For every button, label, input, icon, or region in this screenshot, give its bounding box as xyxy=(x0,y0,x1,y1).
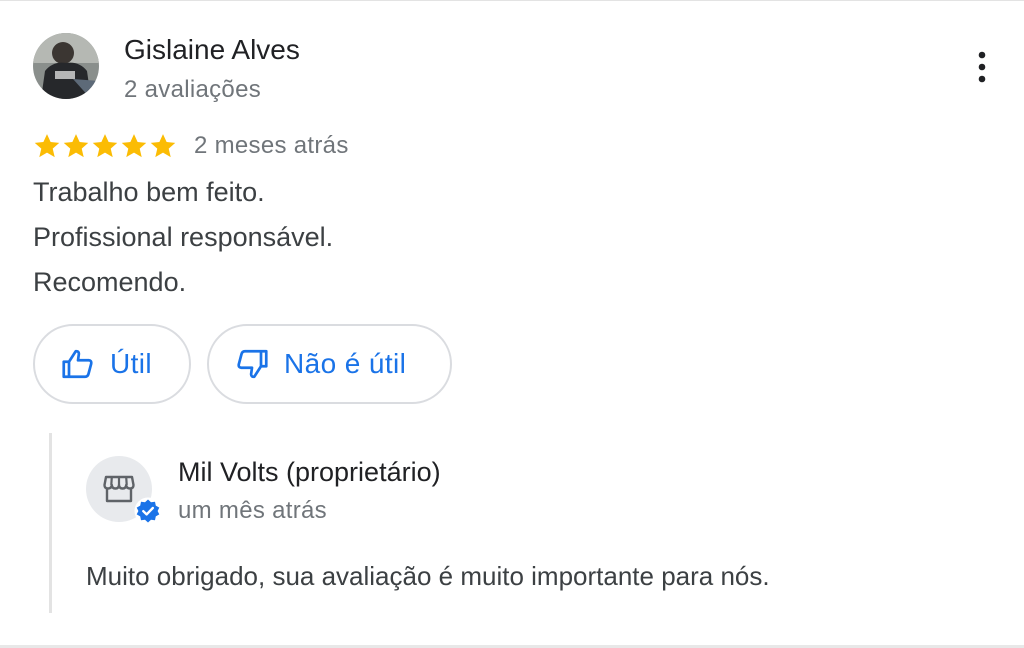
star-icon xyxy=(92,134,118,158)
owner-reply-text: Muito obrigado, sua avaliação é muito im… xyxy=(86,561,770,591)
owner-name: Mil Volts (proprietário) xyxy=(178,457,441,487)
star-icon xyxy=(63,134,89,158)
top-divider xyxy=(0,0,1024,1)
not-helpful-label: Não é útil xyxy=(284,348,407,379)
review-text-line: Recomendo. xyxy=(33,267,187,297)
not-helpful-button[interactable]: Não é útil xyxy=(207,324,452,404)
helpful-label: Útil xyxy=(110,348,153,379)
reviewer-avatar[interactable] xyxy=(33,33,99,99)
owner-reply-date: um mês atrás xyxy=(178,497,327,524)
star-icon xyxy=(121,134,147,158)
review-date: 2 meses atrás xyxy=(194,132,349,159)
more-options-button[interactable] xyxy=(962,46,1002,88)
verified-badge-icon xyxy=(134,497,162,525)
thumb-down-icon xyxy=(237,349,268,379)
review-text-line: Profissional responsável. xyxy=(33,222,334,252)
rating-row: 2 meses atrás xyxy=(33,131,349,161)
star-icon xyxy=(34,134,60,158)
reviewer-name[interactable]: Gislaine Alves xyxy=(124,33,300,67)
storefront-icon xyxy=(103,475,135,503)
star-icon xyxy=(150,134,176,158)
reviewer-review-count: 2 avaliações xyxy=(124,76,262,103)
more-vertical-icon xyxy=(978,51,986,83)
star-rating xyxy=(33,132,177,160)
helpful-button[interactable]: Útil xyxy=(33,324,191,404)
review-text: Trabalho bem feito. Profissional respons… xyxy=(33,170,333,305)
reply-indent-bar xyxy=(49,433,52,613)
review-text-line: Trabalho bem feito. xyxy=(33,177,265,207)
thumb-up-icon xyxy=(62,349,93,379)
